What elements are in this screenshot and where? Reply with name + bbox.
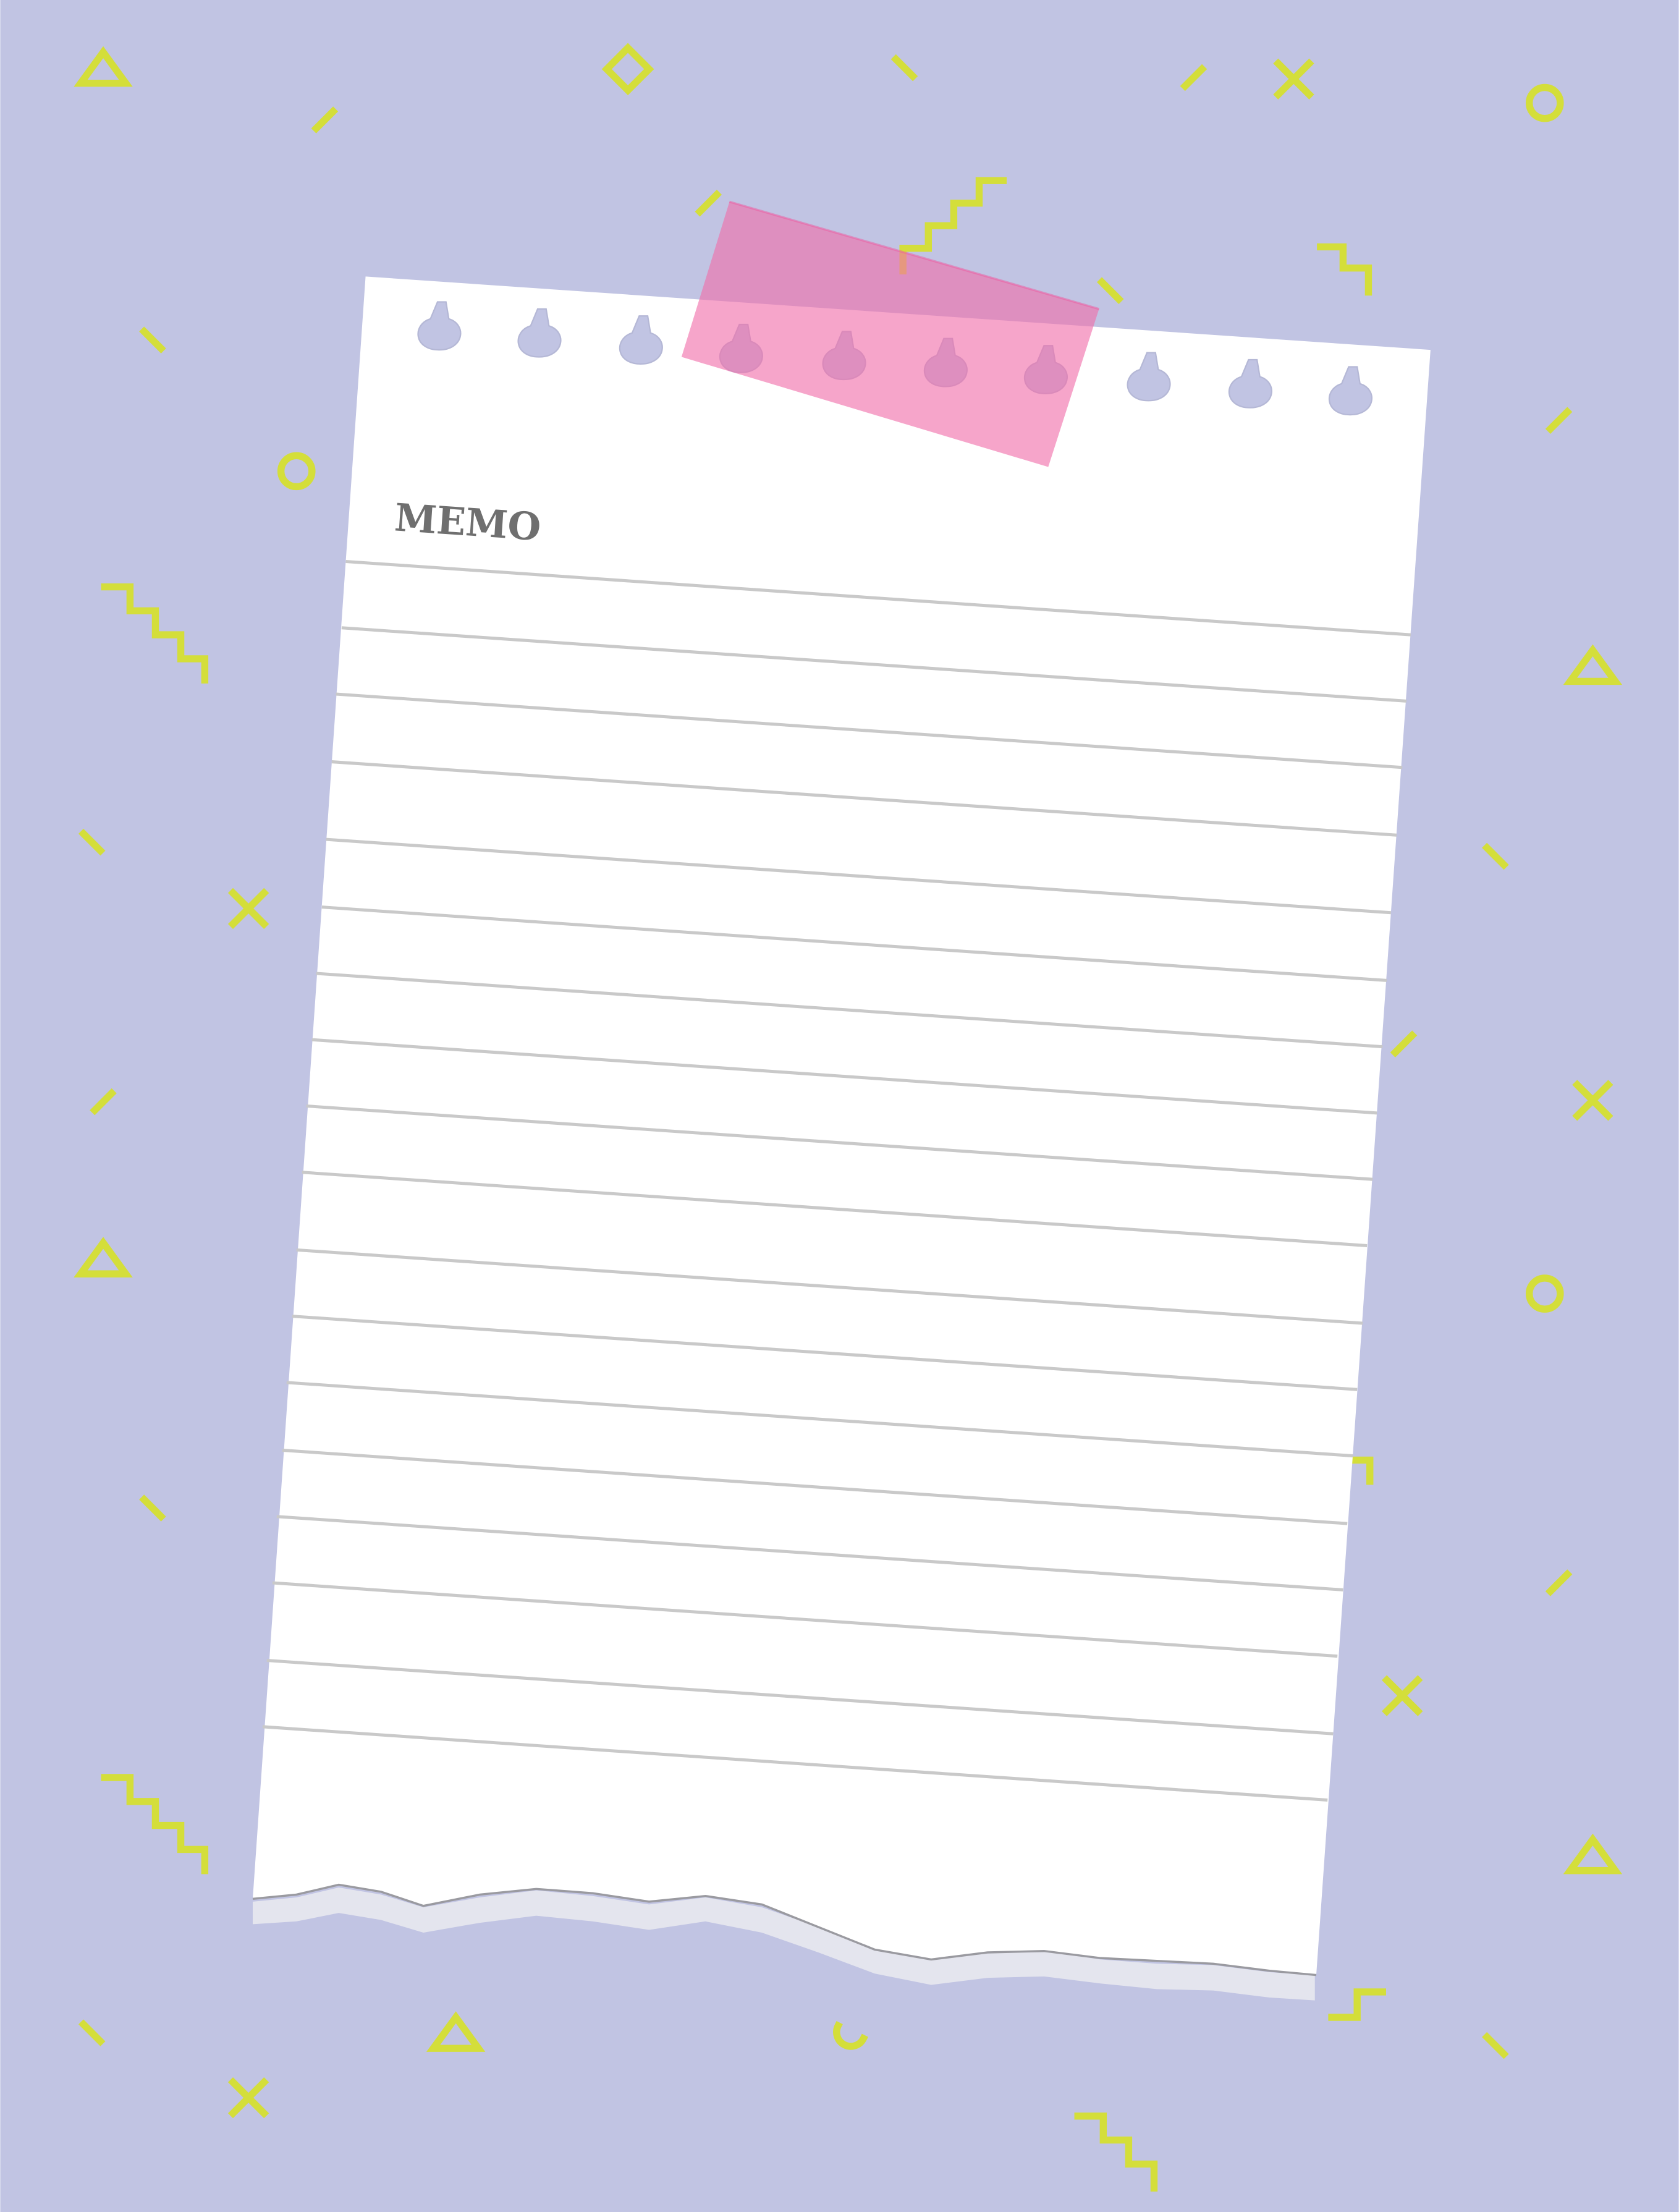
memo-sheet: MEMO <box>252 276 1431 2001</box>
memo-illustration: MEMO <box>0 0 1679 2212</box>
